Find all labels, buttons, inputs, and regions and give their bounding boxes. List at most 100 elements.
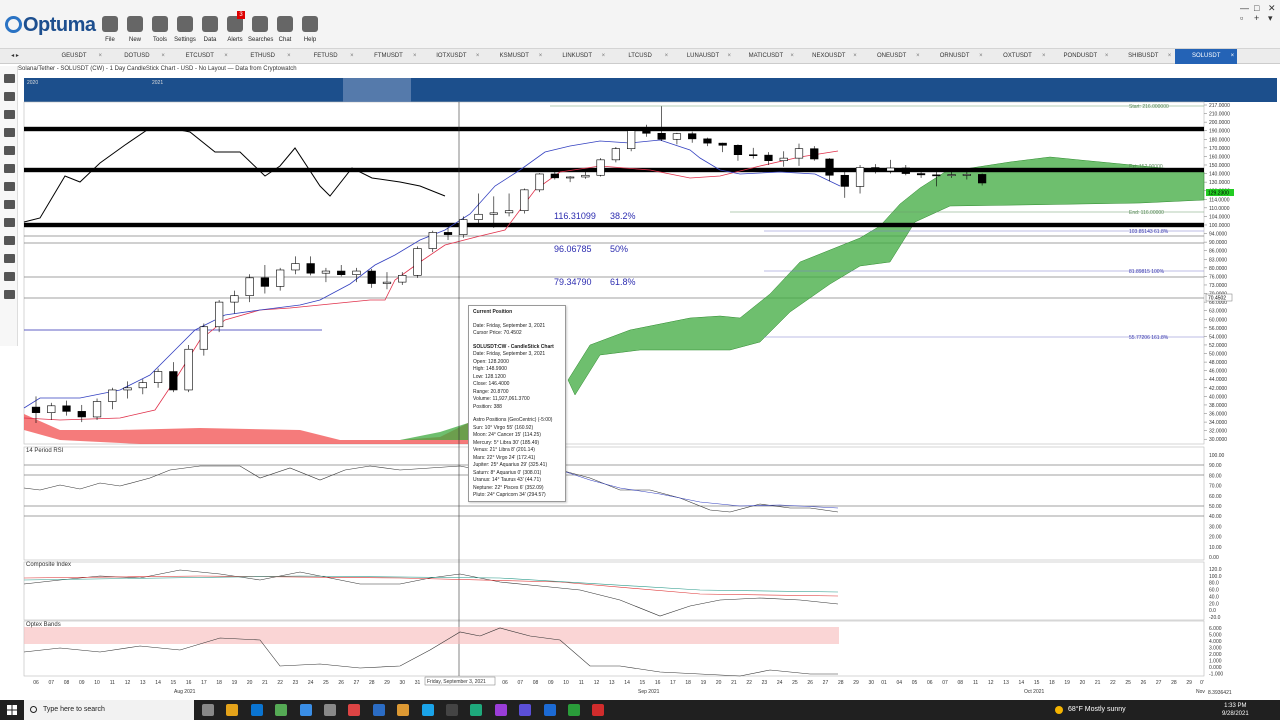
price-axis-label: 190.0000 <box>1209 129 1230 135</box>
price-axis-label: 150.0000 <box>1209 163 1230 169</box>
x-axis-day-label: 23 <box>293 680 299 686</box>
composite-axis-label: 80.0 <box>1209 581 1219 587</box>
x-axis-day-label: 21 <box>1095 680 1101 686</box>
taskbar-app-icon[interactable] <box>421 704 434 716</box>
x-axis-month-label: Nov <box>1196 689 1205 695</box>
x-axis-day-label: 22 <box>277 680 283 686</box>
taskbar-app-icon[interactable] <box>592 704 605 716</box>
x-axis-day-label: 11 <box>579 680 584 686</box>
x-axis-day-label: 22 <box>746 680 752 686</box>
rsi-axis-label: 70.00 <box>1209 484 1222 490</box>
tooltip-line: Position: 388 <box>473 403 502 410</box>
optex-axis-label: 6.000 <box>1209 626 1222 632</box>
taskbar-app-icon[interactable] <box>446 704 458 716</box>
weather-text[interactable]: 68°F Mostly sunny <box>1068 706 1126 713</box>
taskbar-app-icon[interactable] <box>519 704 532 716</box>
candle-up <box>627 130 636 150</box>
ichimoku-cloud-bullish-early <box>400 423 468 440</box>
tooltip-astro-title: Astro Positions (GeoCentric) (-5:00) <box>473 417 553 423</box>
candle-up <box>504 210 514 214</box>
rsi-axis-label: 30.00 <box>1209 524 1222 530</box>
candle-up <box>565 176 575 179</box>
x-axis-day-label: 10 <box>94 680 100 686</box>
price-axis-label: 83.0000 <box>1209 257 1227 263</box>
tooltip-line: Neptune: 22° Pisces 6' (352.09) <box>473 484 544 491</box>
tooltip-line: Close: 146.4000 <box>473 381 510 387</box>
rsi-axis-label: 60.00 <box>1209 494 1222 500</box>
x-axis-day-label: 22 <box>1110 680 1116 686</box>
taskbar-app-icon[interactable] <box>275 704 288 716</box>
tooltip-line: Pluto: 24° Capricorn 34' (294.57) <box>473 492 546 498</box>
taskbar-app-icon[interactable] <box>324 704 336 716</box>
taskbar-app-icon[interactable] <box>543 704 556 716</box>
price-axis-label: 94.0000 <box>1209 232 1227 238</box>
taskbar-app-icon[interactable] <box>202 704 214 716</box>
taskbar-app-icon[interactable] <box>299 704 312 716</box>
taskbar-app-icon[interactable] <box>250 704 263 716</box>
rsi-panel-frame <box>23 446 1205 561</box>
price-axis-label: 104.0000 <box>1209 214 1230 220</box>
price-axis-label: 86.0000 <box>1209 249 1227 255</box>
optuma-window: Optuma File New Tools Settings Data 3 Alerts Se… <box>0 0 1280 720</box>
candle-down <box>77 411 86 418</box>
price-axis-label: 52.0000 <box>1209 343 1227 349</box>
optex-axis-label: 3.000 <box>1209 646 1222 652</box>
navigator-window[interactable] <box>343 78 411 102</box>
bottom-right-value: 8.3936421 <box>1208 690 1232 696</box>
chikou-line <box>23 127 446 223</box>
x-axis-day-label: 12 <box>594 680 600 686</box>
candle-down <box>871 167 880 172</box>
tooltip-line: Jupiter: 25° Aquarius 29' (325.41) <box>473 462 548 468</box>
candle-up <box>886 167 895 172</box>
rsi-axis-label: 100.00 <box>1209 453 1225 459</box>
x-axis-day-label: 20 <box>247 680 253 686</box>
cursor-tooltip: Current Position Date: Friday, September… <box>468 305 566 502</box>
support-resistance-line <box>24 126 1204 132</box>
taskbar-app-icon[interactable] <box>397 704 410 716</box>
support-resistance-line <box>24 222 1204 228</box>
extension-label: 81.89815 100% <box>1129 269 1165 275</box>
windows-start-icon[interactable] <box>7 705 17 715</box>
x-axis-day-label: 21 <box>731 680 737 686</box>
optex-axis-label: -1.000 <box>1209 672 1223 678</box>
price-axis-label: 30.0000 <box>1209 437 1227 443</box>
tooltip-line: Range: 20.8700 <box>473 388 509 395</box>
clock[interactable]: 1:33 PM 9/28/2021 <box>1222 702 1249 718</box>
taskbar-app-icon[interactable] <box>372 704 385 716</box>
tooltip-line: Sun: 10° Virgo 55' (160.92) <box>473 424 534 431</box>
ichimoku-cloud-bearish <box>24 414 468 444</box>
x-axis-day-label: 07 <box>942 680 948 686</box>
x-axis-day-label: 29 <box>1186 680 1192 686</box>
price-axis-label: 48.0000 <box>1209 360 1227 366</box>
candle-down <box>642 130 651 134</box>
x-axis-day-label: 10 <box>563 680 569 686</box>
kijun-line <box>23 150 839 421</box>
rsi-axis-label: 50.00 <box>1209 504 1222 510</box>
taskbar-app-icon[interactable] <box>226 704 239 716</box>
candle-up <box>153 371 163 383</box>
taskbar-app-icon[interactable] <box>568 704 580 716</box>
candle-down <box>764 154 773 162</box>
x-axis-day-label: 05 <box>912 680 918 686</box>
taskbar-app-icon[interactable] <box>348 704 361 716</box>
weather-sun-icon <box>1055 706 1063 714</box>
price-axis-label: 44.0000 <box>1209 377 1227 383</box>
taskbar-search-input[interactable]: Type here to search <box>24 700 194 720</box>
candle-up <box>138 382 147 389</box>
candle-down <box>169 371 178 391</box>
x-axis-day-label: 29 <box>853 680 859 686</box>
price-axis-label: 210.0000 <box>1209 112 1230 118</box>
chart-canvas[interactable]: 217.0000210.0000200.0000190.0000180.0000… <box>0 0 1280 700</box>
taskbar-app-icon[interactable] <box>470 704 483 716</box>
x-axis-day-label: 11 <box>110 680 115 686</box>
price-axis-label: 42.0000 <box>1209 386 1227 392</box>
optex-axis-label: 0.000 <box>1209 665 1222 671</box>
price-axis-label: 160.0000 <box>1209 154 1230 160</box>
candle-up <box>474 213 483 220</box>
x-axis-day-label: 25 <box>792 680 798 686</box>
candle-up <box>413 248 422 276</box>
x-axis-day-label: 26 <box>338 680 344 686</box>
composite-axis-label: -20.0 <box>1209 615 1221 621</box>
composite-panel-label: Composite Index <box>26 562 72 568</box>
taskbar-app-icon[interactable] <box>494 704 507 716</box>
